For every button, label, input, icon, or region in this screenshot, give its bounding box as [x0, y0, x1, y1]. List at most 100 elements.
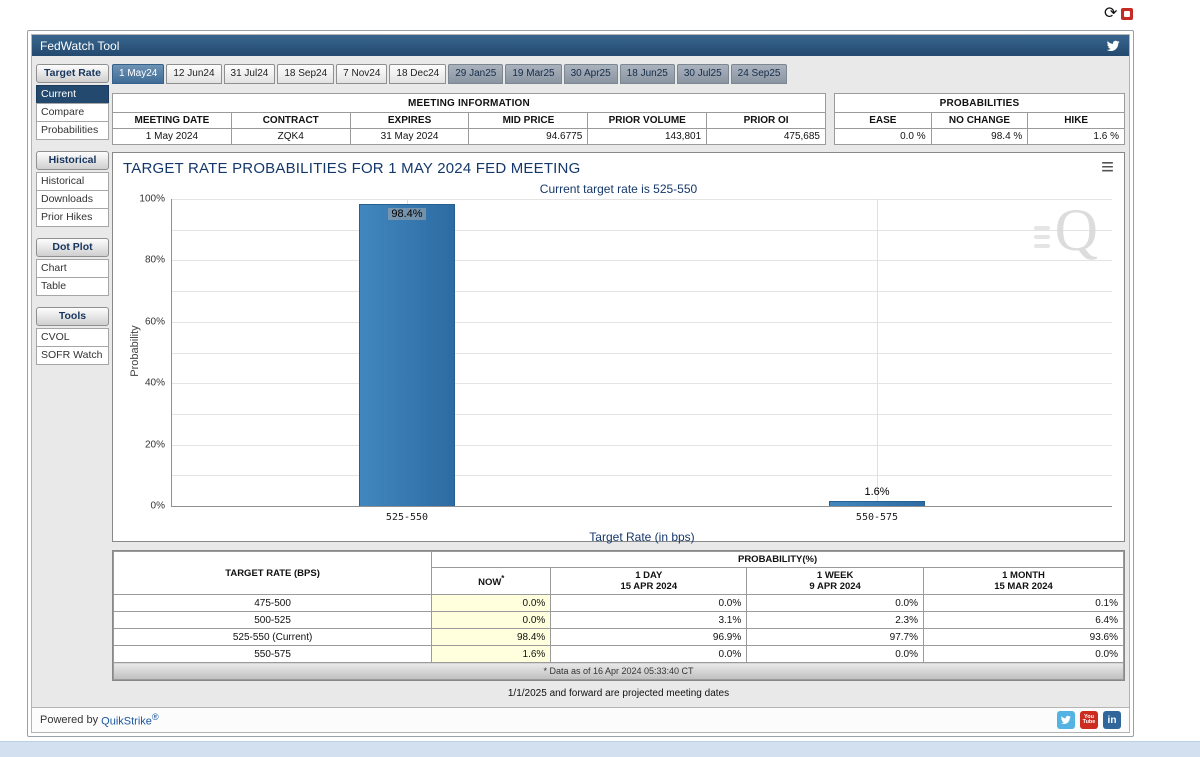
twitter-icon[interactable] — [1107, 40, 1121, 52]
y-tick-label: 80% — [144, 254, 165, 266]
tab-29-jan25[interactable]: 29 Jan25 — [448, 64, 504, 84]
sidebar-header-target-rate: Target Rate — [36, 64, 109, 83]
chart-panel: TARGET RATE PROBABILITIES FOR 1 MAY 2024… — [112, 152, 1125, 544]
bar-value-label: 1.6% — [864, 486, 890, 499]
refresh-icon[interactable]: ⟳ — [1104, 6, 1117, 22]
day-cell: 96.9% — [550, 628, 748, 646]
x-tick-label: 525-550 — [385, 512, 429, 523]
youtube-icon[interactable]: You Tube — [1080, 711, 1098, 729]
now-cell: 0.0% — [431, 594, 552, 612]
sidebar-section-historical: Historical Historical Downloads Prior Hi… — [36, 151, 109, 227]
sidebar-item-cvol[interactable]: CVOL — [36, 328, 109, 347]
bar-value-label: 98.4% — [360, 207, 454, 220]
quikstrike-watermark: Q — [1033, 197, 1098, 263]
probabilities-summary-table: PROBABILITIES EASE NO CHANGE HIKE 0.0 % … — [834, 93, 1125, 145]
one-week-header: 1 WEEK 9 APR 2024 — [746, 567, 924, 595]
y-tick-label: 100% — [139, 193, 165, 205]
sidebar-item-compare[interactable]: Compare — [36, 103, 109, 122]
now-header: NOW* — [431, 567, 552, 595]
sidebar-item-historical[interactable]: Historical — [36, 172, 109, 191]
month-cell: 0.0% — [923, 645, 1124, 663]
col-expires: EXPIRES — [349, 112, 470, 129]
sidebar-section-dot-plot: Dot Plot Chart Table — [36, 238, 109, 296]
probability-group-header: PROBABILITY(%) — [431, 551, 1124, 568]
gridline — [172, 260, 1112, 262]
sidebar-item-downloads[interactable]: Downloads — [36, 190, 109, 209]
day-cell: 3.1% — [550, 611, 748, 629]
ease-value: 0.0 % — [834, 128, 932, 145]
quikstrike-link[interactable]: QuikStrike® — [101, 712, 159, 728]
mid-price-value: 94.6775 — [468, 128, 589, 145]
tab-31-jul24[interactable]: 31 Jul24 — [223, 64, 276, 84]
meeting-information-table: MEETING INFORMATION MEETING DATE CONTRAC… — [112, 93, 826, 145]
tab-1-may24[interactable]: 1 May24 — [112, 64, 165, 84]
powered-by-label: Powered by — [40, 714, 99, 726]
app-frame: FedWatch Tool Target Rate Current Compar… — [27, 30, 1134, 737]
info-row: MEETING INFORMATION MEETING DATE CONTRAC… — [112, 93, 1125, 145]
gridline — [172, 413, 1112, 415]
quikstrike-q-logo: Q — [1054, 197, 1098, 263]
gridline — [172, 383, 1112, 385]
sidebar-item-dot-plot-table[interactable]: Table — [36, 277, 109, 296]
sidebar-section-target-rate: Target Rate Current Compare Probabilitie… — [36, 64, 109, 140]
y-tick-label: 60% — [144, 316, 165, 328]
col-hike: HIKE — [1027, 112, 1125, 129]
col-mid-price: MID PRICE — [468, 112, 589, 129]
now-cell: 0.0% — [431, 611, 552, 629]
red-notification-icon[interactable] — [1121, 8, 1134, 20]
bottom-strip — [0, 741, 1200, 757]
plot-area: 100% 80% 60% 40% 20% 0% Q 98.4% 1.6% 525… — [139, 194, 1112, 544]
chart-subtitle: Current target rate is 525-550 — [539, 182, 698, 196]
now-cell: 1.6% — [431, 645, 552, 663]
tab-19-mar25[interactable]: 19 Mar25 — [505, 64, 562, 84]
main-panel: 1 May24 12 Jun24 31 Jul24 18 Sep24 7 Nov… — [112, 64, 1125, 699]
footer-bar: Powered by QuikStrike® You Tube in — [32, 707, 1129, 732]
tab-18-jun25[interactable]: 18 Jun25 — [619, 64, 675, 84]
chart-title: TARGET RATE PROBABILITIES FOR 1 MAY 2024… — [123, 160, 581, 177]
col-prior-oi: PRIOR OI — [706, 112, 826, 129]
tab-30-jul25[interactable]: 30 Jul25 — [676, 64, 729, 84]
probabilities-title: PROBABILITIES — [834, 93, 1125, 113]
table-row: 525-550 (Current) 98.4% 96.9% 97.7% 93.6… — [112, 628, 1124, 646]
gridline — [172, 229, 1112, 231]
app-content: Target Rate Current Compare Probabilitie… — [32, 56, 1129, 707]
sidebar-item-dot-plot-chart[interactable]: Chart — [36, 259, 109, 278]
sidebar-item-current[interactable]: Current — [36, 85, 109, 104]
day-cell: 0.0% — [550, 645, 748, 663]
col-contract: CONTRACT — [230, 112, 351, 129]
tab-24-sep25[interactable]: 24 Sep25 — [730, 64, 788, 84]
bar-525-550: 98.4% — [359, 203, 455, 506]
rate-cell: 500-525 — [112, 611, 433, 629]
col-prior-volume: PRIOR VOLUME — [587, 112, 708, 129]
rate-cell: 550-575 — [112, 645, 433, 663]
target-rate-bps-header: TARGET RATE (BPS) — [112, 551, 433, 595]
sidebar-item-prior-hikes[interactable]: Prior Hikes — [36, 208, 109, 227]
gridline — [172, 321, 1112, 323]
tab-18-sep24[interactable]: 18 Sep24 — [277, 64, 335, 84]
sidebar-header-historical: Historical — [36, 151, 109, 170]
prior-oi-value: 475,685 — [706, 128, 826, 145]
bar-550-575: 1.6% — [829, 486, 925, 506]
twitter-icon[interactable] — [1057, 711, 1075, 729]
meeting-date-tabs: 1 May24 12 Jun24 31 Jul24 18 Sep24 7 Nov… — [112, 64, 1125, 84]
linkedin-icon[interactable]: in — [1103, 711, 1121, 729]
tab-7-nov24[interactable]: 7 Nov24 — [336, 64, 388, 84]
expires-value: 31 May 2024 — [349, 128, 470, 145]
one-month-header: 1 MONTH 15 MAR 2024 — [923, 567, 1124, 595]
gridline — [172, 199, 1112, 200]
tab-18-dec24[interactable]: 18 Dec24 — [389, 64, 447, 84]
chart-menu-icon[interactable]: ≡ — [1101, 153, 1114, 182]
gridline — [877, 199, 878, 506]
gridline — [172, 291, 1112, 293]
gridline — [172, 444, 1112, 446]
contract-value: ZQK4 — [230, 128, 351, 145]
tab-12-jun24[interactable]: 12 Jun24 — [166, 64, 222, 84]
sidebar-item-probabilities[interactable]: Probabilities — [36, 121, 109, 140]
sidebar-item-sofr-watch[interactable]: SOFR Watch — [36, 346, 109, 365]
y-tick-label: 40% — [144, 377, 165, 389]
sidebar-header-tools: Tools — [36, 307, 109, 326]
now-cell: 98.4% — [431, 628, 552, 646]
fedwatch-app: FedWatch Tool Target Rate Current Compar… — [31, 34, 1130, 733]
tab-30-apr25[interactable]: 30 Apr25 — [563, 64, 618, 84]
sidebar-section-tools: Tools CVOL SOFR Watch — [36, 307, 109, 365]
